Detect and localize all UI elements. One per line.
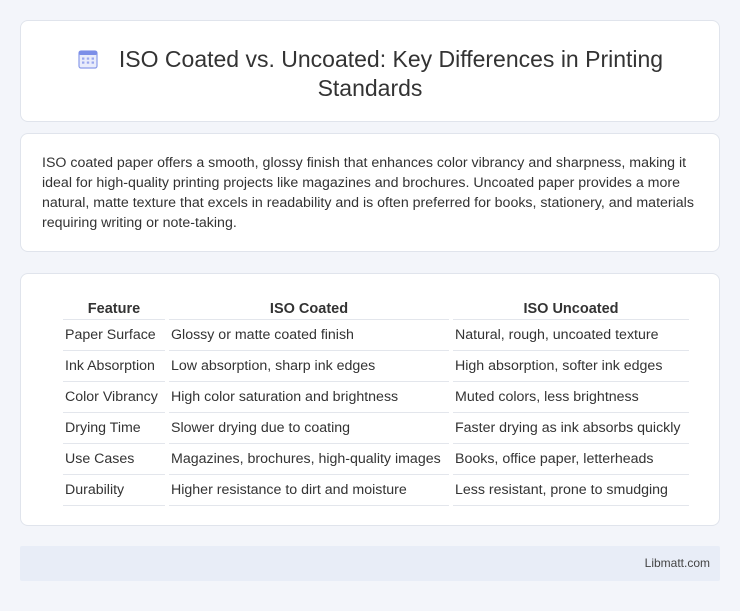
header-iso-uncoated: ISO Uncoated [453,294,689,320]
calendar-icon [78,50,98,69]
table-row: Ink Absorption Low absorption, sharp ink… [63,351,689,382]
cell-feature: Drying Time [63,413,165,444]
cell-uncoated: Less resistant, prone to smudging [453,475,689,506]
comparison-table: Feature ISO Coated ISO Uncoated Paper Su… [59,294,693,506]
intro-card: ISO coated paper offers a smooth, glossy… [20,133,720,252]
table-row: Color Vibrancy High color saturation and… [63,382,689,413]
cell-coated: Glossy or matte coated finish [169,320,449,351]
cell-feature: Durability [63,475,165,506]
page-title-block: ISO Coated vs. Uncoated: Key Differences… [21,45,719,103]
cell-coated: Slower drying due to coating [169,413,449,444]
page-title: ISO Coated vs. Uncoated: Key Differences… [118,46,664,101]
cell-coated: High color saturation and brightness [169,382,449,413]
cell-uncoated: Books, office paper, letterheads [453,444,689,475]
cell-uncoated: Muted colors, less brightness [453,382,689,413]
cell-coated: Magazines, brochures, high-quality image… [169,444,449,475]
cell-uncoated: High absorption, softer ink edges [453,351,689,382]
cell-coated: Higher resistance to dirt and moisture [169,475,449,506]
cell-feature: Paper Surface [63,320,165,351]
cell-feature: Ink Absorption [63,351,165,382]
table-row: Use Cases Magazines, brochures, high-qua… [63,444,689,475]
table-header-row: Feature ISO Coated ISO Uncoated [63,294,689,320]
table-row: Durability Higher resistance to dirt and… [63,475,689,506]
table-row: Drying Time Slower drying due to coating… [63,413,689,444]
comparison-card: Feature ISO Coated ISO Uncoated Paper Su… [20,273,720,526]
table-row: Paper Surface Glossy or matte coated fin… [63,320,689,351]
title-card: ISO Coated vs. Uncoated: Key Differences… [20,20,720,122]
intro-paragraph: ISO coated paper offers a smooth, glossy… [42,155,694,231]
footer-site-link[interactable]: Libmatt.com [645,556,710,570]
footer-bar: Libmatt.com [20,546,720,581]
cell-uncoated: Faster drying as ink absorbs quickly [453,413,689,444]
cell-coated: Low absorption, sharp ink edges [169,351,449,382]
cell-uncoated: Natural, rough, uncoated texture [453,320,689,351]
cell-feature: Use Cases [63,444,165,475]
cell-feature: Color Vibrancy [63,382,165,413]
header-iso-coated: ISO Coated [169,294,449,320]
header-feature: Feature [63,294,165,320]
